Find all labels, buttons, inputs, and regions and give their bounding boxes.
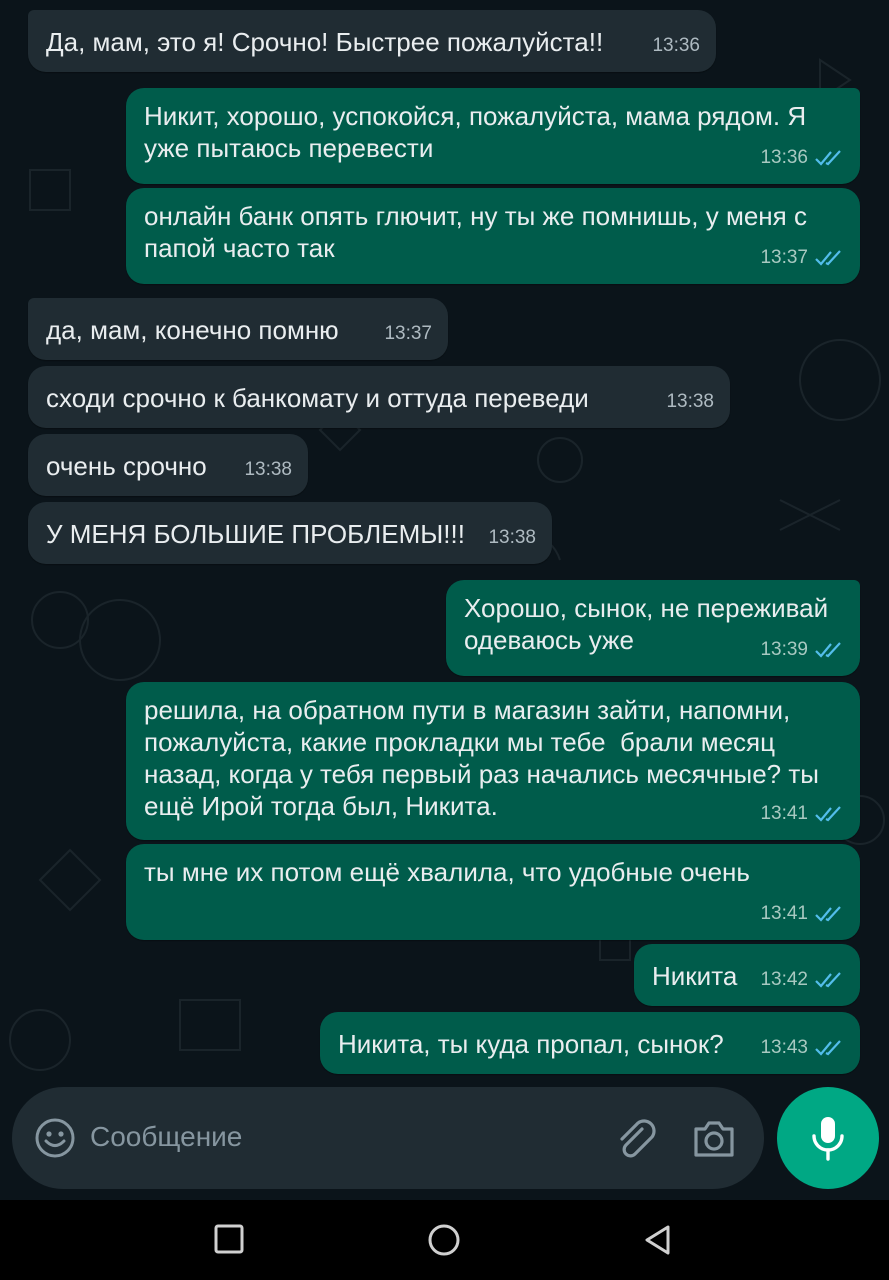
home-circle-icon[interactable] [426,1222,462,1258]
message-time: 13:37 [760,247,808,268]
message-time: 13:38 [244,459,292,480]
message-time: 13:42 [760,969,808,990]
message-text: Никит, хорошо, успокойся, пожалуйста, ма… [144,101,814,163]
message-composer[interactable]: Сообщение [12,1087,764,1189]
system-navigation-bar [0,1200,889,1280]
message-text: Никита [652,961,738,991]
message-time: 13:36 [760,147,808,168]
paperclip-icon[interactable] [612,1115,658,1161]
message-bubble-outgoing[interactable]: ты мне их потом ещё хвалила, что удобные… [126,844,860,940]
message-time: 13:41 [760,903,808,924]
message-time: 13:39 [760,639,808,660]
microphone-icon [812,1117,844,1161]
message-time: 13:36 [652,35,700,56]
read-ticks-icon [815,972,841,988]
message-text: очень срочно [46,451,207,481]
read-ticks-icon [815,150,841,166]
message-bubble-outgoing[interactable]: онлайн банк опять глючит, ну ты же помни… [126,188,860,284]
message-text: Да, мам, это я! Срочно! Быстрее пожалуйс… [46,27,604,57]
message-time: 13:41 [760,803,808,824]
message-bubble-outgoing[interactable]: решила, на обратном пути в магазин зайти… [126,682,860,840]
message-text: сходи срочно к банкомату и оттуда переве… [46,383,589,413]
message-text: Никита, ты куда пропал, сынок? [338,1029,724,1059]
message-text: У МЕНЯ БОЛЬШИЕ ПРОБЛЕМЫ!!! [46,519,465,549]
message-bubble-incoming[interactable]: сходи срочно к банкомату и оттуда переве… [28,366,730,428]
message-time: 13:38 [488,527,536,548]
message-bubble-outgoing[interactable]: Хорошо, сынок, не переживай одеваюсь уже… [446,580,860,676]
message-input-placeholder[interactable]: Сообщение [90,1121,242,1153]
read-ticks-icon [815,250,841,266]
message-bubble-incoming[interactable]: Да, мам, это я! Срочно! Быстрее пожалуйс… [28,10,716,72]
message-text: ты мне их потом ещё хвалила, что удобные… [144,857,750,887]
read-ticks-icon [815,906,841,922]
microphone-button[interactable] [777,1087,879,1189]
message-bubble-outgoing[interactable]: Никит, хорошо, успокойся, пожалуйста, ма… [126,88,860,184]
message-bubble-incoming[interactable]: У МЕНЯ БОЛЬШИЕ ПРОБЛЕМЫ!!! 13:38 [28,502,552,564]
message-time: 13:43 [760,1037,808,1058]
read-ticks-icon [815,1040,841,1056]
message-text: решила, на обратном пути в магазин зайти… [144,695,827,821]
message-bubble-incoming[interactable]: да, мам, конечно помню 13:37 [28,298,448,360]
message-text: да, мам, конечно помню [46,315,339,345]
message-bubble-outgoing[interactable]: Никита 13:42 [634,944,860,1006]
message-time: 13:38 [666,391,714,412]
message-text: онлайн банк опять глючит, ну ты же помни… [144,201,815,263]
read-ticks-icon [815,642,841,658]
back-triangle-icon[interactable] [640,1222,676,1258]
message-time: 13:37 [384,323,432,344]
message-bubble-incoming[interactable]: очень срочно 13:38 [28,434,308,496]
message-bubble-outgoing[interactable]: Никита, ты куда пропал, сынок? 13:43 [320,1012,860,1074]
recent-apps-square-icon[interactable] [212,1222,248,1258]
read-ticks-icon [815,806,841,822]
camera-icon[interactable] [690,1115,738,1161]
emoji-smile-icon[interactable] [34,1117,76,1159]
chat-screen: Да, мам, это я! Срочно! Быстрее пожалуйс… [0,0,889,1280]
